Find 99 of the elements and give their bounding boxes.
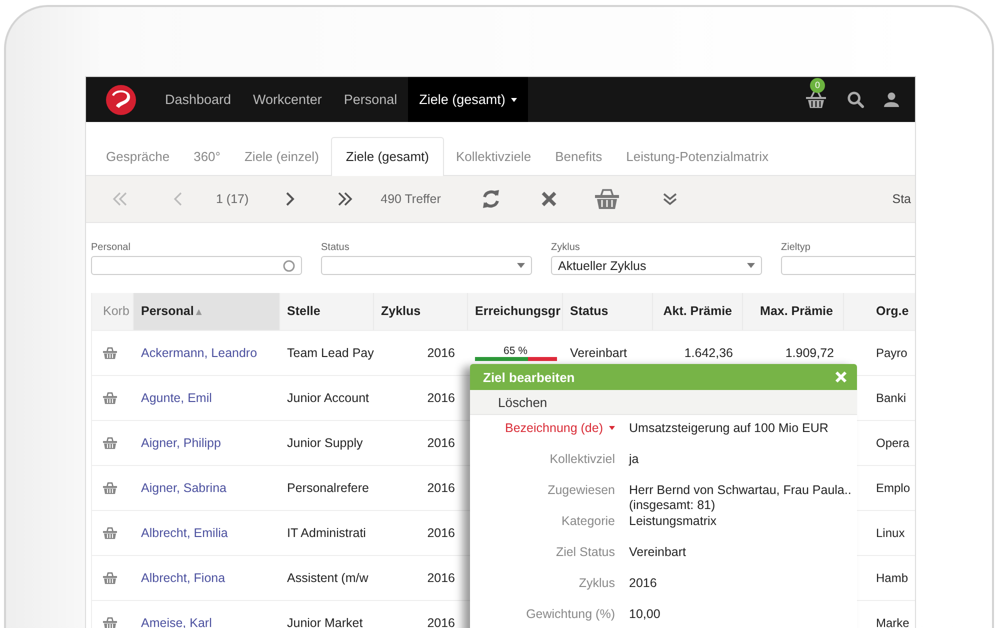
tab[interactable]: Leistung-Potenzialmatrix <box>614 137 780 176</box>
table-cell-text: Junior Market <box>286 616 364 628</box>
employee-link[interactable]: Agunte, Emil <box>134 391 280 405</box>
table-cell-text: Payro <box>875 346 908 360</box>
table-cell-text: 2016 <box>426 391 456 405</box>
column-header[interactable]: Status <box>563 293 653 330</box>
basket-icon[interactable] <box>805 90 827 108</box>
basket-icon[interactable] <box>103 437 117 449</box>
field-value: Leistungsmatrix <box>629 514 717 529</box>
table-cell-text: Linux <box>875 526 906 540</box>
table-cell-text: 2016 <box>426 436 456 450</box>
filter-label: Personal <box>91 242 132 253</box>
field-label: Zyklus <box>578 576 615 590</box>
table-cell: 1.642,36 <box>684 346 733 360</box>
language-selector[interactable]: Bezeichnung (de) <box>505 421 615 435</box>
double-chevron-down-icon[interactable] <box>662 192 677 206</box>
employee-link[interactable]: Aigner, Philipp <box>134 436 280 450</box>
user-icon[interactable] <box>884 92 899 107</box>
table-cell-text: Banki <box>875 391 908 405</box>
nav-item[interactable]: Personal <box>332 77 408 122</box>
basket-icon[interactable] <box>103 392 117 404</box>
hit-count: 490 Treffer <box>380 192 441 206</box>
filter-field[interactable] <box>321 256 532 275</box>
table-cell-text: Personalrefere <box>286 481 370 495</box>
column-header[interactable]: Personal▲ <box>134 293 280 330</box>
table-cell-text: 2016 <box>426 571 456 585</box>
logo-icon <box>106 84 136 114</box>
table-cell-text: Hamb <box>875 571 910 585</box>
field-value: (insgesamt: 81) <box>629 498 716 513</box>
toolbar-label: Sta <box>892 192 911 206</box>
nav-item[interactable]: Dashboard <box>154 77 242 122</box>
tab[interactable]: Ziele (einzel) <box>232 137 331 176</box>
column-header[interactable]: Stelle <box>280 293 374 330</box>
basket-icon[interactable] <box>103 617 117 628</box>
tab[interactable]: Ziele (gesamt) <box>330 137 444 176</box>
table-cell-text: 2016 <box>426 616 456 628</box>
column-header[interactable]: Zyklus <box>374 293 468 330</box>
dialog-title: Ziel bearbeiten <box>483 370 575 384</box>
field-label: Kategorie <box>561 514 615 528</box>
employee-link[interactable]: Aigner, Sabrina <box>134 481 280 495</box>
employee-link[interactable]: Albrecht, Emilia <box>134 526 280 540</box>
tab[interactable]: Gespräche <box>94 137 182 176</box>
column-header[interactable]: Erreichungsgr <box>468 293 563 330</box>
tab[interactable]: Benefits <box>543 137 614 176</box>
tab[interactable]: Kollektivziele <box>444 137 544 176</box>
page-indicator: 1 (17) <box>216 192 249 206</box>
caret-icon <box>609 426 615 430</box>
field-label: Ziel Status <box>556 545 615 559</box>
refresh-icon[interactable] <box>480 189 501 209</box>
circle-icon <box>283 260 295 272</box>
filter-field[interactable]: Aktueller Zyklus <box>551 256 762 275</box>
table-cell: 1.909,72 <box>785 346 834 360</box>
table-cell-text: Assistent (m/w <box>286 571 370 585</box>
last-page-icon[interactable] <box>336 192 353 206</box>
delete-button[interactable]: Löschen <box>498 394 548 410</box>
field-value: 2016 <box>629 576 657 591</box>
next-page-icon[interactable] <box>284 192 295 206</box>
dropdown-caret-icon <box>517 263 525 268</box>
search-icon[interactable] <box>847 91 864 108</box>
basket-icon[interactable] <box>594 188 620 210</box>
table-cell: Vereinbart <box>570 346 627 360</box>
progress-label: 65 % <box>504 346 528 357</box>
table-cell-text: IT Administrati <box>286 526 367 540</box>
nav-item[interactable]: Ziele (gesamt) <box>408 77 528 122</box>
dropdown-caret-icon <box>747 263 755 268</box>
basket-icon[interactable] <box>103 527 117 539</box>
basket-icon[interactable] <box>103 482 117 494</box>
table-cell-text: Junior Account <box>286 391 370 405</box>
basket-icon[interactable] <box>103 572 117 584</box>
field-label: Gewichtung (%) <box>526 607 615 621</box>
cart-count-badge: 0 <box>810 78 825 92</box>
column-header[interactable]: Org.e <box>844 293 915 330</box>
nav-item[interactable]: Workcenter <box>242 77 333 122</box>
table-cell-text: Team Lead Pay <box>286 346 374 360</box>
field-value: Herr Bernd von Schwartau, Frau Paula.. <box>629 483 852 498</box>
filter-label: Zieltyp <box>781 242 812 253</box>
employee-link[interactable]: Albrecht, Fiona <box>134 571 280 585</box>
field-label: Kollektivziel <box>550 452 615 466</box>
column-header[interactable]: Max. Prämie <box>743 293 844 330</box>
table-cell-text: 2016 <box>426 526 456 540</box>
filter-field[interactable] <box>91 256 302 275</box>
employee-link[interactable]: Ackermann, Leandro <box>134 346 280 360</box>
table-cell-text: Junior Supply <box>286 436 364 450</box>
tab[interactable]: 360° <box>182 137 232 176</box>
field-value: ja <box>629 452 639 467</box>
field-value: Umsatzsteigerung auf 100 Mio EUR <box>629 421 828 436</box>
caret-icon <box>511 98 518 102</box>
field-value: 10,00 <box>629 607 660 622</box>
table-cell-text: 2016 <box>426 481 456 495</box>
table-cell-text: Marke <box>875 616 910 628</box>
close-icon[interactable] <box>540 191 557 207</box>
field-label: Zugewiesen <box>548 483 615 497</box>
filter-label: Zyklus <box>551 242 581 253</box>
table-cell-text: 2016 <box>426 346 456 360</box>
field-value: Vereinbart <box>629 545 686 560</box>
basket-icon[interactable] <box>103 347 117 359</box>
filter-label: Status <box>321 242 350 253</box>
table-cell-text: Opera <box>875 436 910 450</box>
column-header[interactable]: Akt. Prämie <box>653 293 743 330</box>
